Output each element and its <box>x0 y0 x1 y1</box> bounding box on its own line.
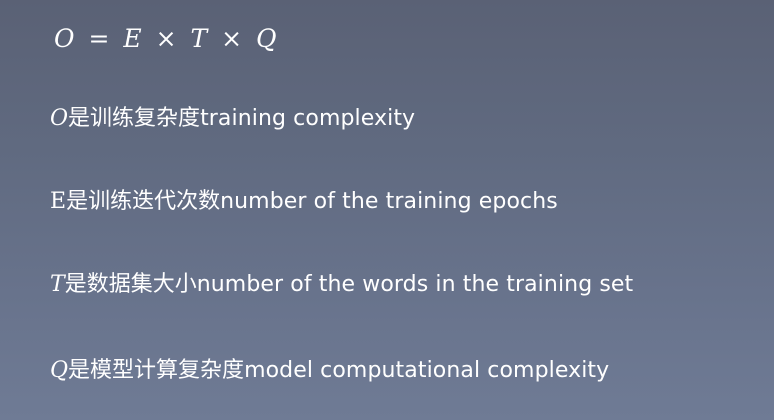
formula-times: × <box>155 24 177 53</box>
definition-chinese: 是数据集大小 <box>64 272 197 297</box>
formula-times: × <box>221 24 243 53</box>
definition-symbol: Q <box>50 358 69 383</box>
formula-symbol-t: T <box>190 24 208 53</box>
definition-q: Q是模型计算复杂度model computational complexity <box>50 356 609 386</box>
definition-symbol: O <box>50 106 69 131</box>
definition-english: number of the words in the training set <box>196 272 634 297</box>
formula-symbol-q: Q <box>256 24 277 53</box>
complexity-formula: O = E × T × Q <box>54 22 277 56</box>
definition-english: training complexity <box>200 106 416 131</box>
definition-t: T是数据集大小number of the words in the traini… <box>50 270 633 300</box>
formula-symbol-e: E <box>123 24 142 53</box>
definition-e: E是训练迭代次数number of the training epochs <box>50 187 558 217</box>
definition-chinese: 是训练复杂度 <box>68 106 201 131</box>
formula-symbol-o: O <box>54 24 75 53</box>
definition-o: O是训练复杂度training complexity <box>50 104 415 134</box>
definition-english: number of the training epochs <box>220 189 558 214</box>
definition-chinese: 是训练迭代次数 <box>66 189 221 214</box>
definition-symbol: E <box>50 189 67 214</box>
definition-chinese: 是模型计算复杂度 <box>68 358 245 383</box>
formula-equals: = <box>88 24 110 53</box>
definition-english: model computational complexity <box>244 358 610 383</box>
definition-symbol: T <box>50 272 65 297</box>
